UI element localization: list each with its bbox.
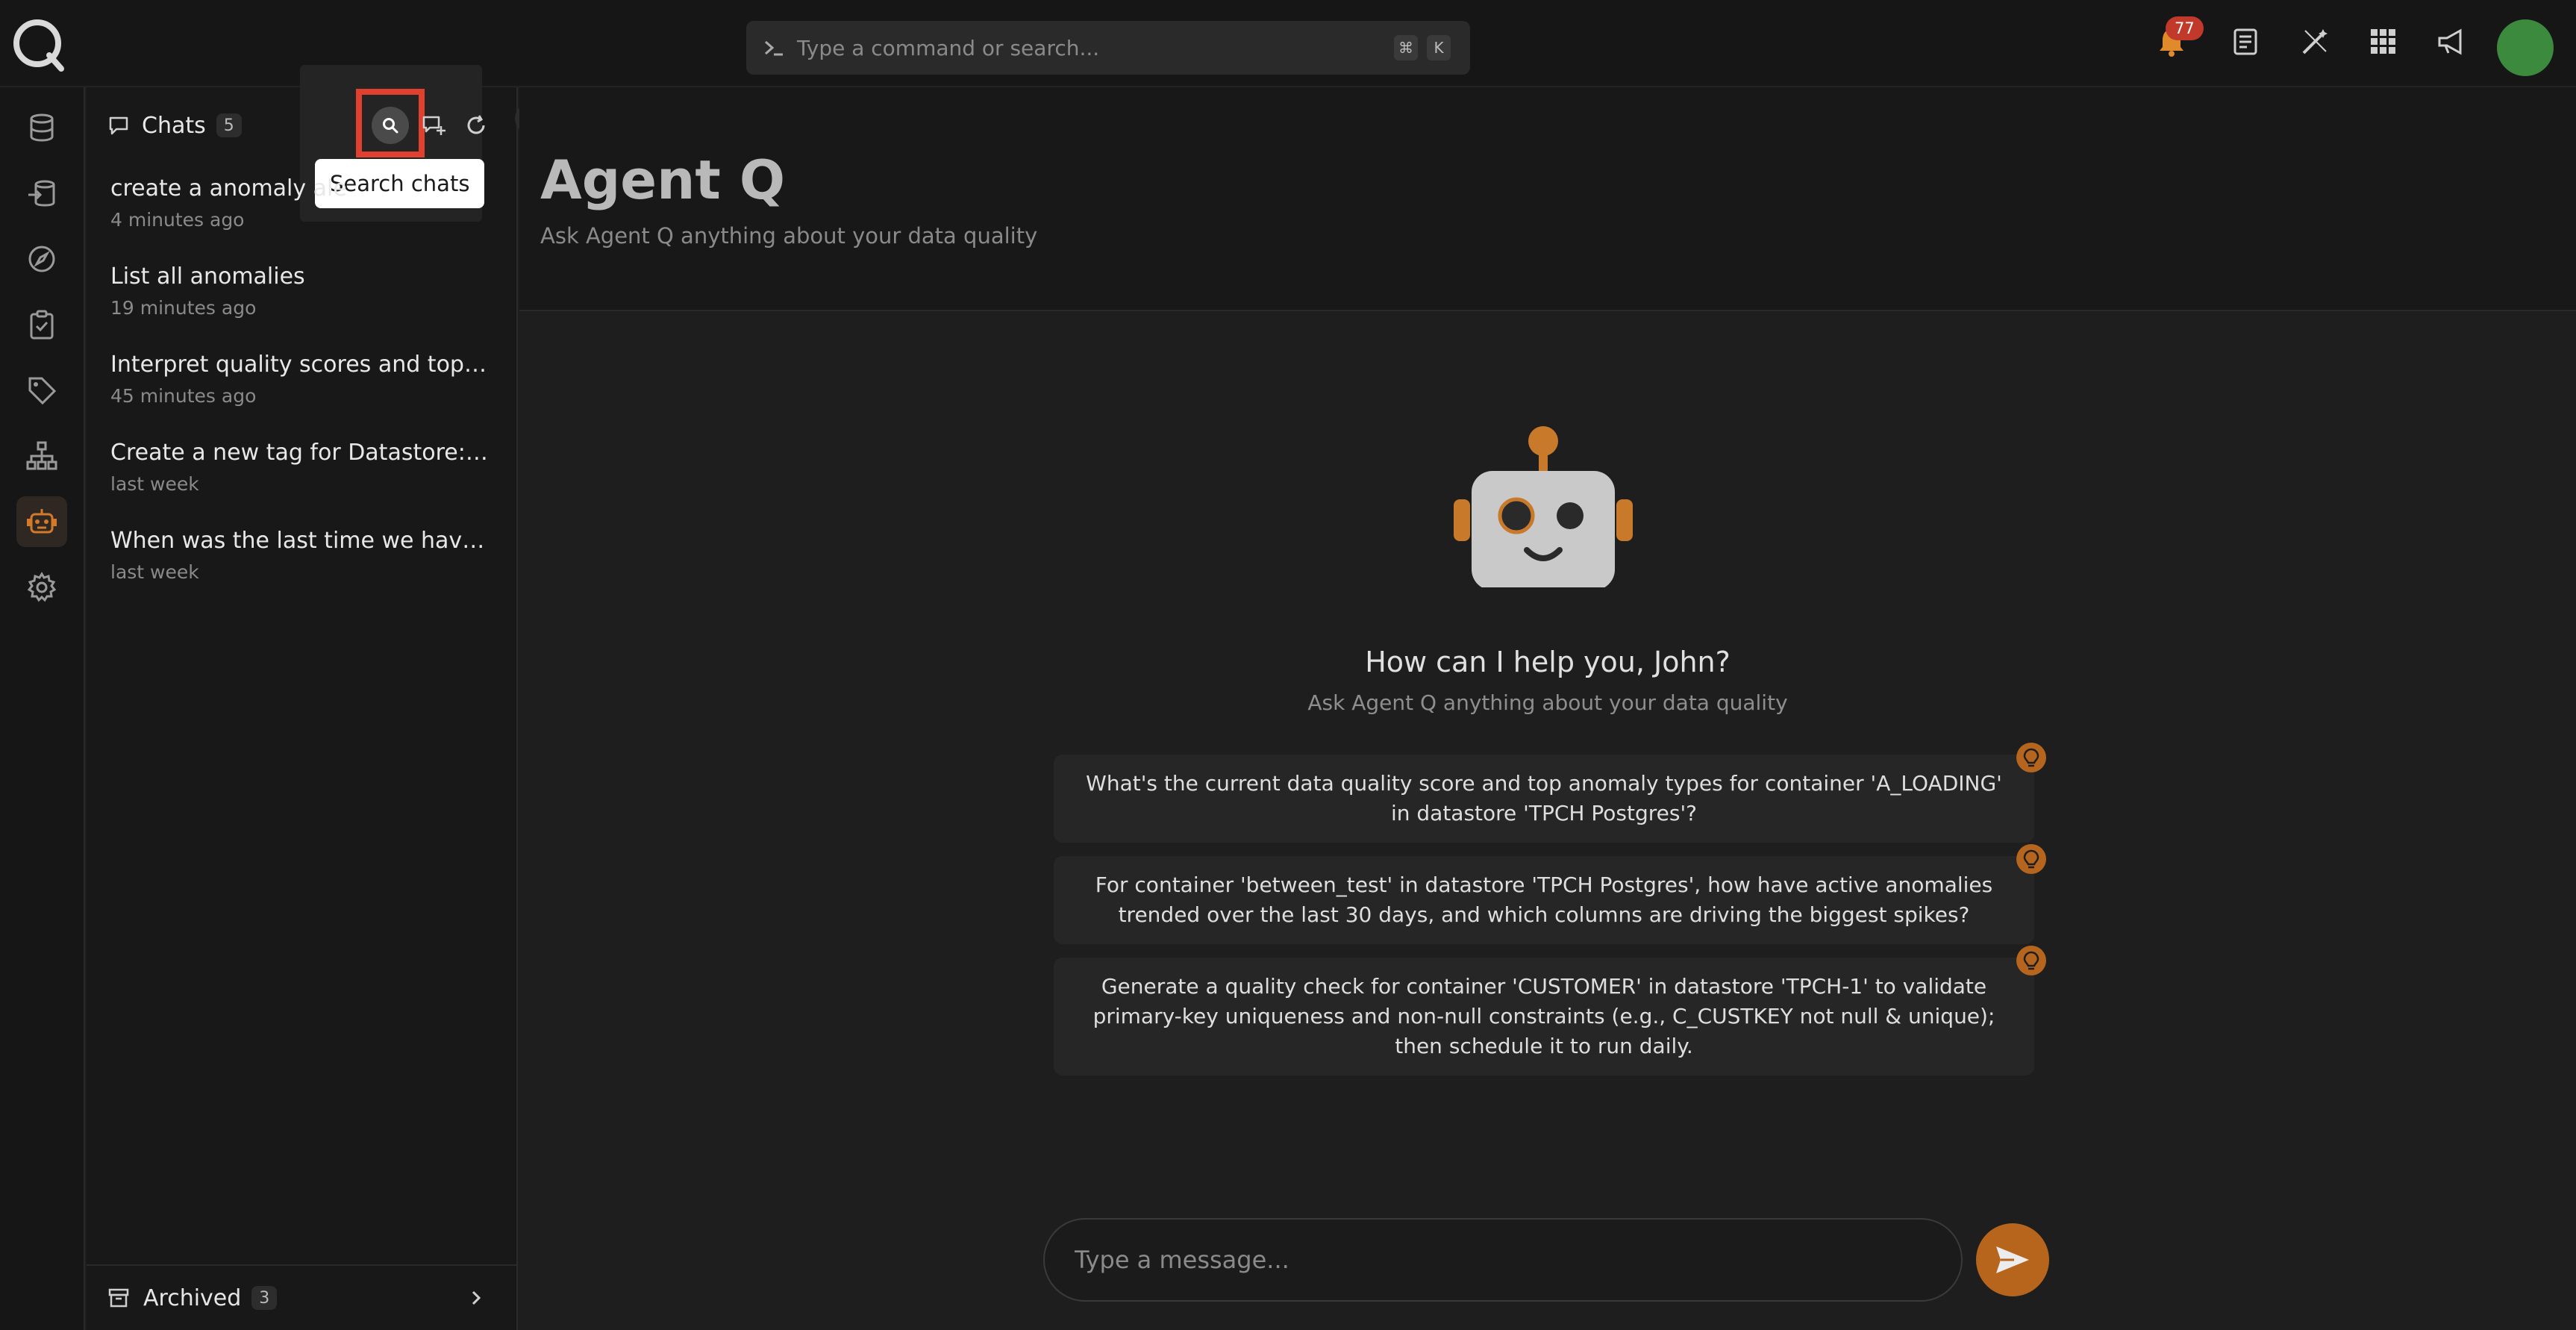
- archived-label: Archived: [143, 1284, 242, 1311]
- grid-icon: [2371, 29, 2395, 54]
- nav-tags[interactable]: [16, 365, 67, 416]
- chat-icon: [109, 116, 128, 135]
- chats-title: Chats: [142, 112, 206, 139]
- refresh-chats-button[interactable]: [457, 107, 495, 144]
- chat-list-item[interactable]: List all anomalies 19 minutes ago: [110, 263, 491, 352]
- chats-panel: Chats 5 Search chats create a anomaly al…: [87, 65, 518, 1330]
- nav-agent-q[interactable]: [16, 496, 67, 547]
- nav-checks[interactable]: [16, 299, 67, 350]
- chat-time: 19 minutes ago: [110, 297, 257, 319]
- nav-enrichment[interactable]: [16, 168, 67, 219]
- command-search-bar[interactable]: Type a command or search... ⌘ K: [746, 21, 1470, 75]
- user-avatar[interactable]: [2497, 19, 2554, 76]
- suggestion-text: What's the current data quality score an…: [1086, 771, 2002, 825]
- nav-rail: [0, 87, 85, 1330]
- chat-list-item[interactable]: Create a new tag for Datastore: An... la…: [110, 440, 491, 528]
- chats-count-badge: 5: [216, 113, 242, 137]
- magic-button[interactable]: [2297, 24, 2333, 60]
- gear-icon: [27, 572, 57, 602]
- page-header: Agent Q Ask Agent Q anything about your …: [519, 87, 2576, 311]
- nav-datastores[interactable]: [16, 102, 67, 153]
- new-chat-button[interactable]: [415, 107, 452, 144]
- notification-count-badge: 77: [2166, 16, 2204, 40]
- megaphone-icon: [2438, 28, 2462, 55]
- document-icon: [2233, 28, 2257, 55]
- announcements-button[interactable]: [2434, 24, 2470, 60]
- chat-title: List all anomalies: [110, 263, 305, 290]
- source-icon: [28, 180, 55, 207]
- greeting-heading: How can I help you, John?: [1365, 646, 1731, 678]
- suggestion-card[interactable]: Generate a quality check for container '…: [1054, 946, 2046, 1075]
- archived-count-badge: 3: [251, 1286, 278, 1310]
- lightbulb-icon: [2016, 743, 2046, 772]
- chat-title: Create a new tag for Datastore: An...: [110, 440, 491, 466]
- new-chat-icon: [422, 116, 446, 135]
- terminal-icon: [765, 40, 783, 56]
- compass-icon: [28, 246, 55, 272]
- chat-time: last week: [110, 473, 199, 495]
- wand-icon: [2302, 29, 2328, 54]
- k-key: K: [1427, 35, 1451, 60]
- suggestion-card[interactable]: For container 'between_test' in datastor…: [1054, 844, 2046, 944]
- chat-list-item[interactable]: Interpret quality scores and top an... 4…: [110, 352, 491, 440]
- nav-settings[interactable]: [16, 562, 67, 613]
- refresh-icon: [467, 115, 485, 134]
- archived-chats-row[interactable]: Archived 3: [87, 1264, 516, 1330]
- command-placeholder: Type a command or search...: [797, 35, 1100, 60]
- hierarchy-icon: [26, 441, 57, 470]
- chat-title: Interpret quality scores and top an...: [110, 352, 491, 378]
- greeting-subtitle: Ask Agent Q anything about your data qua…: [1307, 690, 1788, 715]
- message-composer: [1043, 1218, 1963, 1302]
- chevron-right-icon: [472, 1290, 481, 1305]
- send-icon: [1996, 1246, 2029, 1273]
- cmd-key: ⌘: [1394, 35, 1418, 60]
- lightbulb-icon: [2016, 946, 2046, 975]
- message-input[interactable]: [1075, 1246, 1895, 1274]
- main-content: Agent Q Ask Agent Q anything about your …: [519, 87, 2576, 1330]
- chat-list: create a anomaly ale 4 minutes ago List …: [110, 175, 491, 616]
- suggestion-text: Generate a quality check for container '…: [1092, 974, 1995, 1058]
- archive-icon: [108, 1288, 129, 1308]
- apps-button[interactable]: [2366, 24, 2401, 60]
- nav-explore[interactable]: [16, 234, 67, 284]
- checklist-icon: [30, 310, 54, 340]
- robot-icon: [1454, 426, 1633, 587]
- docs-button[interactable]: [2228, 24, 2263, 60]
- suggestion-card[interactable]: What's the current data quality score an…: [1054, 743, 2046, 843]
- robot-icon: [27, 509, 57, 534]
- chat-title: When was the last time we have an ...: [110, 528, 491, 554]
- chat-list-item[interactable]: create a anomaly ale 4 minutes ago: [110, 175, 491, 263]
- send-button[interactable]: [1976, 1223, 2049, 1296]
- chat-list-item[interactable]: When was the last time we have an ... la…: [110, 528, 491, 616]
- chat-title: create a anomaly ale: [110, 175, 347, 202]
- database-icon: [30, 113, 54, 142]
- logo-icon[interactable]: [10, 16, 67, 73]
- tag-icon: [28, 377, 57, 405]
- chat-time: 4 minutes ago: [110, 209, 245, 231]
- page-title: Agent Q: [540, 149, 786, 211]
- page-subtitle: Ask Agent Q anything about your data qua…: [540, 223, 1038, 249]
- chat-time: last week: [110, 561, 199, 583]
- chat-time: 45 minutes ago: [110, 385, 257, 407]
- lightbulb-icon: [2016, 844, 2046, 874]
- suggestion-text: For container 'between_test' in datastor…: [1095, 872, 1993, 927]
- nav-flows[interactable]: [16, 431, 67, 481]
- chats-header: Chats 5: [107, 107, 242, 144]
